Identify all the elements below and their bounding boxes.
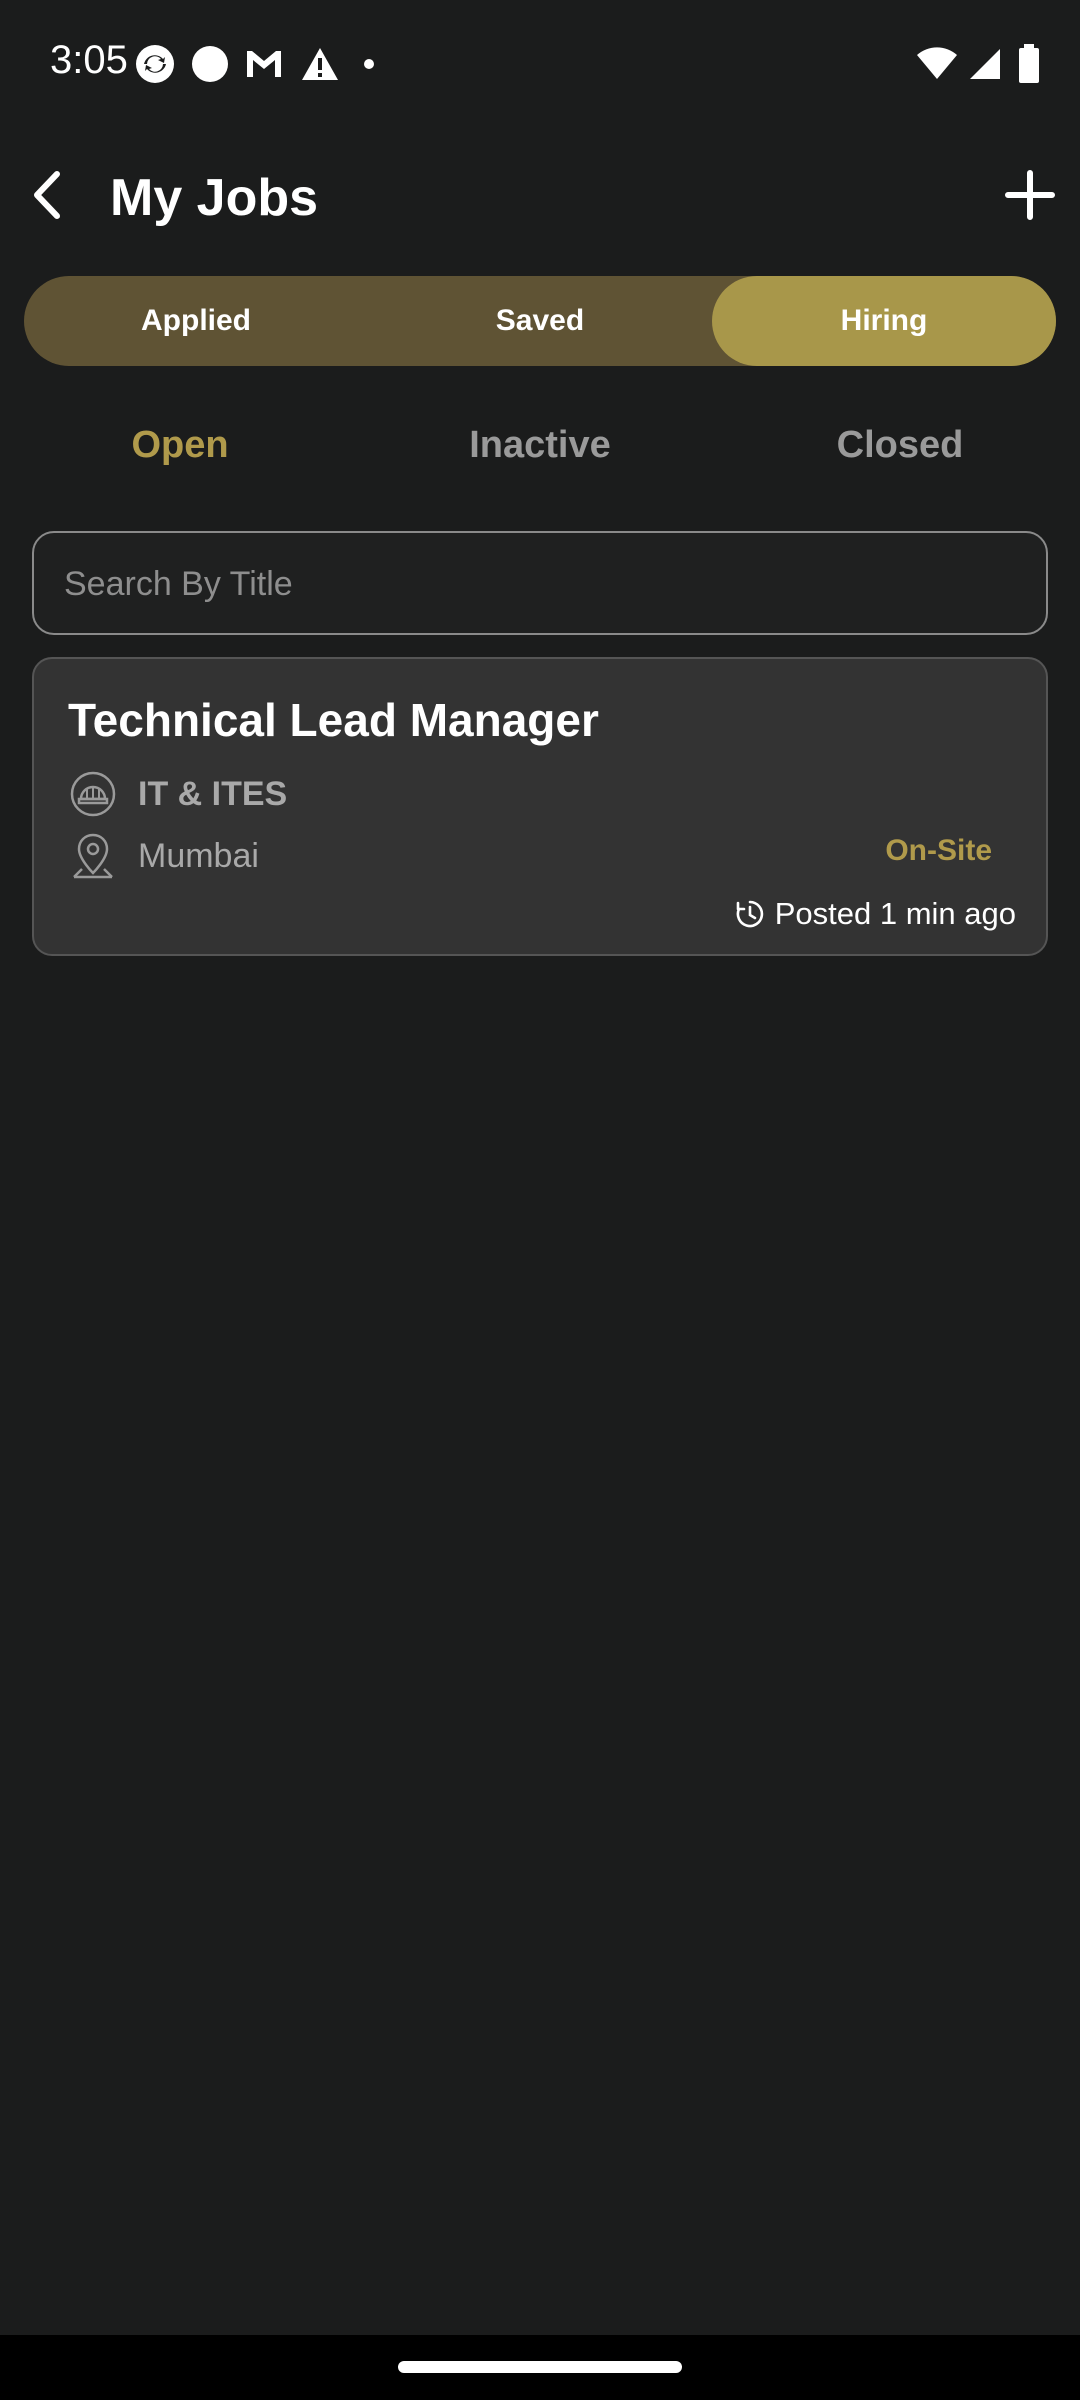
tab-open[interactable]: Open [0, 400, 360, 490]
home-gesture-handle[interactable] [398, 2361, 682, 2373]
job-card[interactable]: Technical Lead Manager IT & ITES Mumbai … [32, 657, 1048, 956]
search-box [32, 531, 1048, 635]
segment-hiring[interactable]: Hiring [712, 276, 1056, 366]
chevron-left-icon [27, 170, 67, 225]
job-industry: IT & ITES [138, 774, 288, 813]
plus-icon [1004, 169, 1056, 226]
map-pin-icon [70, 833, 116, 879]
sync-icon [134, 43, 176, 85]
page-title: My Jobs [110, 169, 319, 227]
posted-time: Posted 1 min ago [735, 896, 1016, 932]
segment-applied[interactable]: Applied [24, 276, 368, 366]
notification-icons [134, 40, 376, 88]
status-time: 3:05 [50, 38, 128, 82]
signal-icon [968, 47, 1002, 81]
search-input[interactable] [62, 533, 1026, 635]
wifi-icon [916, 47, 958, 81]
add-job-button[interactable] [994, 164, 1066, 230]
job-industry-row: IT & ITES [70, 771, 287, 817]
clock-icon [735, 899, 765, 929]
job-type-segmented-control: Applied Saved Hiring [24, 276, 1056, 366]
tab-inactive[interactable]: Inactive [360, 400, 720, 490]
warning-icon [300, 46, 340, 82]
circle-icon [190, 44, 230, 84]
segment-saved[interactable]: Saved [368, 276, 712, 366]
back-button[interactable] [14, 164, 80, 230]
tab-closed[interactable]: Closed [720, 400, 1080, 490]
screen: 3:05 My Jobs Applied Saved Hiring Open I… [0, 0, 1080, 2400]
battery-icon [1018, 44, 1040, 84]
work-mode-badge: On-Site [885, 834, 992, 867]
job-location: Mumbai [138, 836, 259, 875]
job-location-row: Mumbai [70, 833, 259, 879]
system-icons [916, 40, 1040, 88]
posted-label: Posted 1 min ago [774, 896, 1016, 931]
helmet-icon [70, 771, 116, 817]
app-bar: My Jobs [0, 128, 1080, 266]
job-title: Technical Lead Manager [68, 694, 599, 746]
dot-icon [362, 57, 376, 71]
status-bar: 3:05 [0, 0, 1080, 128]
gmail-icon [244, 47, 284, 81]
status-tabs: Open Inactive Closed [0, 400, 1080, 490]
